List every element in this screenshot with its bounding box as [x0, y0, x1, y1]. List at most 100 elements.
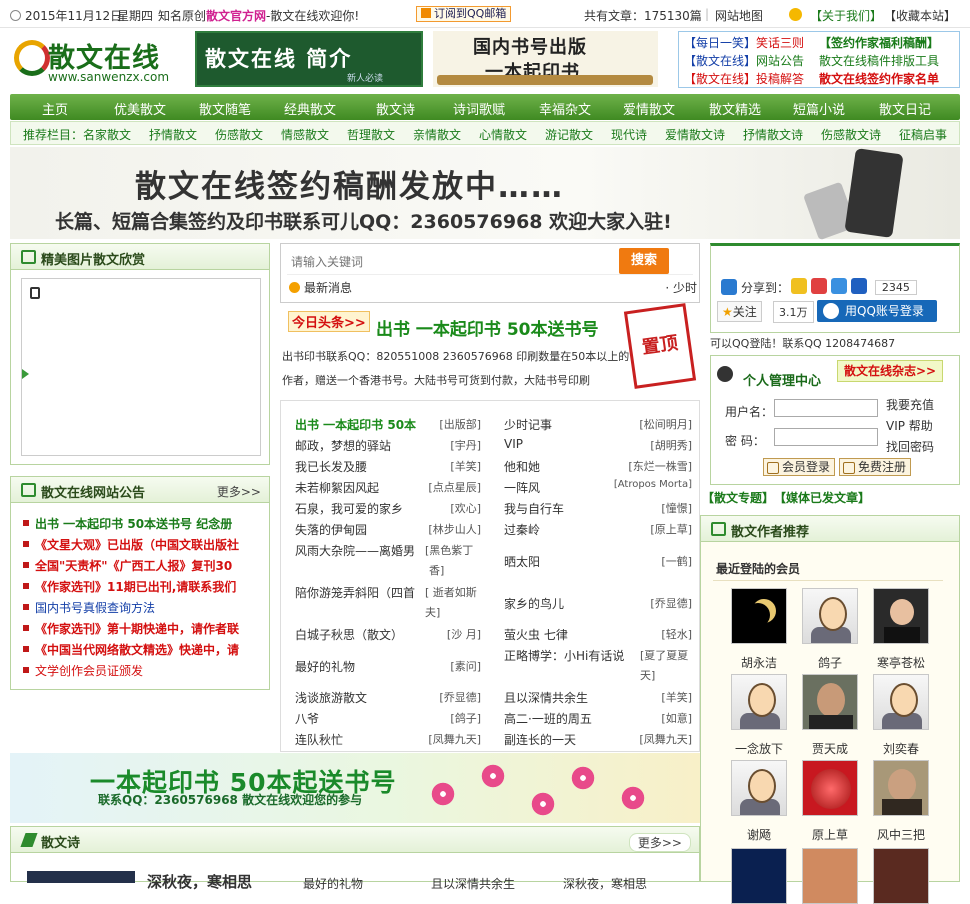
author-name[interactable]: 贾天成: [792, 740, 868, 757]
notice-item[interactable]: 出书 一本起印书 50本送书号 纪念册: [23, 515, 263, 532]
article-link[interactable]: 石泉，我可爱的家乡: [295, 500, 403, 517]
magazine-link[interactable]: 散文在线杂志>>: [837, 360, 943, 382]
poem-link[interactable]: 最好的礼物: [303, 875, 363, 892]
article-link[interactable]: 未若柳絮因风起: [295, 479, 379, 496]
subnav-item[interactable]: 亲情散文: [413, 126, 461, 143]
avatar[interactable]: [731, 760, 787, 816]
play-arrow-icon[interactable]: [22, 369, 29, 379]
author-name[interactable]: 胡永洁: [721, 654, 797, 671]
print-book-ad-banner[interactable]: 一本起印书 50本起送书号 联系QQ：2360576968 散文在线欢迎您的参与: [10, 753, 700, 823]
author-name[interactable]: 风中三把: [863, 826, 939, 843]
sitemap-link[interactable]: 网站地图: [715, 7, 763, 24]
subnav-item[interactable]: 名家散文: [83, 126, 131, 143]
quick-link[interactable]: 【散文在线】: [684, 54, 756, 68]
follow-button[interactable]: ★关注: [717, 301, 762, 322]
article-link[interactable]: 家乡的鸟儿: [504, 595, 564, 612]
weibo-icon[interactable]: [811, 278, 827, 294]
gallery-slideshow[interactable]: [21, 278, 261, 456]
register-button[interactable]: 免费注册: [839, 458, 912, 476]
notice-item[interactable]: 国内书号真假查询方法: [23, 599, 263, 616]
tencent-weibo-icon[interactable]: [831, 278, 847, 294]
search-button[interactable]: 搜索: [619, 248, 669, 274]
recover-password-link[interactable]: 找回密码: [886, 438, 934, 455]
article-link[interactable]: 白城子秋思（散文）: [295, 626, 403, 643]
article-link[interactable]: 晒太阳: [504, 553, 540, 570]
notice-item[interactable]: 《文星大观》已出版（中国文联出版社: [23, 536, 263, 553]
nav-item[interactable]: 经典散文: [284, 99, 336, 118]
author-name[interactable]: 刘奕春: [863, 740, 939, 757]
password-input[interactable]: [774, 428, 878, 446]
article-link[interactable]: 萤火虫 七律: [504, 626, 568, 643]
subnav-item[interactable]: 伤感散文: [215, 126, 263, 143]
quick-link[interactable]: 【每日一笑】: [684, 36, 756, 50]
qzone-icon[interactable]: [791, 278, 807, 294]
notice-item[interactable]: 《中国当代网络散文精选》快递中，请: [23, 641, 263, 658]
avatar[interactable]: [731, 674, 787, 730]
avatar[interactable]: [873, 588, 929, 644]
site-logo[interactable]: 散文在线 www.sanwenzx.com: [12, 30, 187, 88]
about-link[interactable]: 【关于我们】: [810, 7, 882, 24]
nav-item[interactable]: 优美散文: [114, 99, 166, 118]
notice-more-link[interactable]: 更多>>: [217, 483, 261, 500]
notice-item[interactable]: 全国"天责杯"《广西工人报》复刊30: [23, 557, 263, 574]
article-link[interactable]: 正略博学：小Hi有话说: [504, 647, 638, 664]
article-link[interactable]: 八爷: [295, 710, 319, 727]
vip-help-link[interactable]: VIP 帮助: [886, 417, 933, 434]
notice-item[interactable]: 《作家选刊》第十期快递中，请作者联: [23, 620, 263, 637]
poem-link[interactable]: 且以深情共余生: [431, 875, 515, 892]
media-articles-link[interactable]: 【媒体已发文章】: [780, 491, 870, 505]
article-link[interactable]: 浅谈旅游散文: [295, 689, 367, 706]
article-link[interactable]: 且以深情共余生: [504, 689, 588, 706]
nav-item[interactable]: 散文随笔: [199, 99, 251, 118]
special-topic-link[interactable]: 【散文专题】: [702, 491, 774, 505]
subnav-item[interactable]: 抒情散文诗: [743, 126, 803, 143]
avatar[interactable]: [802, 588, 858, 644]
quick-link[interactable]: 散文在线稿件排版工具: [819, 54, 939, 68]
nav-item[interactable]: 爱情散文: [623, 99, 675, 118]
quick-link[interactable]: 笑话三则: [756, 36, 804, 50]
subnav-item[interactable]: 心情散文: [479, 126, 527, 143]
bookmark-link[interactable]: 【收藏本站】: [884, 7, 956, 24]
login-button[interactable]: 会员登录: [763, 458, 836, 476]
poem-more-link[interactable]: 更多>>: [628, 833, 691, 852]
article-link[interactable]: 连队秋忙: [295, 731, 343, 748]
subnav-item[interactable]: 抒情散文: [149, 126, 197, 143]
avatar[interactable]: [802, 674, 858, 730]
article-link[interactable]: 陪你游笼弄斜阳（四首: [295, 584, 423, 601]
nav-item[interactable]: 散文精选: [709, 99, 761, 118]
subnav-item[interactable]: 情感散文: [281, 126, 329, 143]
renren-icon[interactable]: [851, 278, 867, 294]
article-link[interactable]: 最好的礼物: [295, 658, 355, 675]
avatar[interactable]: [731, 588, 787, 644]
article-link[interactable]: 我已长发及腰: [295, 458, 367, 475]
recharge-link[interactable]: 我要充值: [886, 396, 934, 413]
subnav-item[interactable]: 伤感散文诗: [821, 126, 881, 143]
sign-contract-ad-banner[interactable]: 散文在线签约稿酬发放中…… 长篇、短篇合集签约及印书联系可儿QQ：2360576…: [10, 147, 960, 241]
avatar[interactable]: [802, 760, 858, 816]
headline-title[interactable]: 出书 一本起印书 50本送书号: [376, 315, 599, 340]
avatar[interactable]: [802, 848, 858, 904]
article-link[interactable]: 他和她: [504, 458, 540, 475]
article-link[interactable]: 过秦岭: [504, 521, 540, 538]
article-link[interactable]: VIP: [504, 437, 523, 451]
author-name[interactable]: 一念放下: [721, 740, 797, 757]
news-ticker[interactable]: · 少时: [665, 279, 697, 296]
poem-thumbnail[interactable]: [27, 871, 135, 883]
article-link[interactable]: 副连长的一天: [504, 731, 576, 748]
intro-banner[interactable]: 散文在线 简介 新人必读: [195, 31, 423, 87]
article-link[interactable]: 失落的伊甸园: [295, 521, 367, 538]
article-link[interactable]: 我与自行车: [504, 500, 564, 517]
nav-item[interactable]: 散文日记: [879, 99, 931, 118]
subnav-item[interactable]: 哲理散文: [347, 126, 395, 143]
notice-item[interactable]: 《作家选刊》11期已出刊,请联系我们: [23, 578, 263, 595]
avatar[interactable]: [873, 848, 929, 904]
article-link[interactable]: 少时记事: [504, 416, 552, 433]
author-name[interactable]: 原上草: [792, 826, 868, 843]
username-input[interactable]: [774, 399, 878, 417]
quick-link[interactable]: 【散文在线】: [684, 72, 756, 86]
author-name[interactable]: 寒亭苍松: [863, 654, 939, 671]
article-link[interactable]: 高二·一班的周五: [504, 710, 592, 727]
nav-item[interactable]: 主页: [42, 99, 68, 118]
search-input[interactable]: [285, 250, 615, 274]
nav-item[interactable]: 短篇小说: [793, 99, 845, 118]
